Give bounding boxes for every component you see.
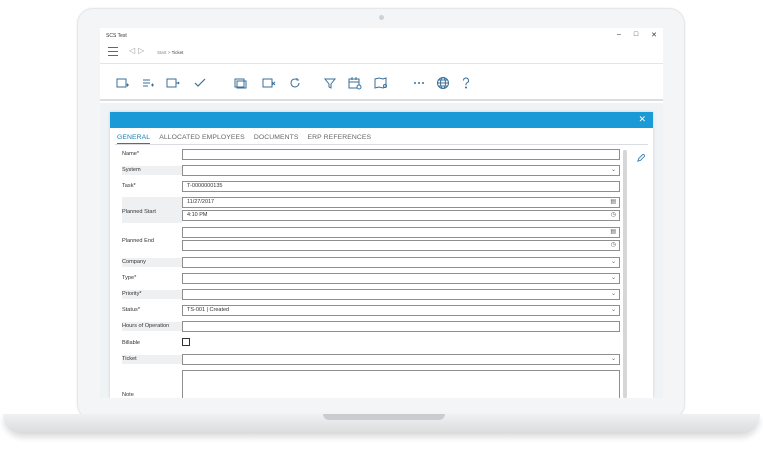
status-label: Status* [122, 307, 141, 313]
billable-checkbox[interactable] [182, 338, 190, 346]
ticket-select[interactable]: ⌄ [182, 354, 620, 365]
chevron-down-icon: ⌄ [610, 259, 616, 265]
copy-window-icon[interactable] [234, 76, 248, 90]
card-forward-icon[interactable] [166, 76, 180, 90]
globe-icon[interactable] [436, 76, 450, 90]
chevron-down-icon: ⌄ [610, 307, 616, 313]
planned-end-date-input[interactable]: ▤ [182, 227, 620, 238]
ticket-label: Ticket [122, 356, 137, 362]
new-card-icon[interactable] [116, 76, 130, 90]
scrollbar-thumb[interactable] [623, 150, 627, 398]
planned-start-time-input[interactable]: 4:10 PM ◷ [182, 210, 620, 221]
checkmark-icon[interactable] [193, 76, 207, 90]
camera [379, 15, 384, 20]
billable-label: Billable [122, 340, 141, 346]
delete-card-icon[interactable] [262, 76, 276, 90]
task-input[interactable]: T-0000000135 [182, 181, 620, 192]
dialog-close-button[interactable]: ✕ [638, 114, 646, 125]
calendar-icon[interactable]: ▤ [610, 198, 616, 207]
breadcrumb: Start > Ticket [157, 50, 183, 55]
planned-start-time-value: 4:10 PM [187, 212, 208, 218]
chevron-down-icon: ⌄ [610, 167, 616, 173]
maximize-button[interactable]: □ [634, 31, 638, 39]
chevron-down-icon: ⌄ [610, 291, 616, 297]
map-pin-icon[interactable] [374, 76, 388, 90]
chevron-down-icon: ⌄ [610, 275, 616, 281]
calendar-icon[interactable]: ▤ [610, 228, 616, 237]
tab-erp-references[interactable]: ERP REFERENCES [308, 134, 372, 144]
tab-general[interactable]: GENERAL [117, 134, 151, 144]
nav-arrows: ◁▷ [129, 46, 147, 55]
priority-select[interactable]: ⌄ [182, 289, 620, 300]
planned-start-date-value: 11/27/2017 [187, 199, 215, 205]
toolbar [100, 65, 663, 101]
more-icon[interactable] [412, 76, 426, 90]
hours-of-operation-label: Hours of Operation [122, 323, 170, 329]
minimize-button[interactable]: – [617, 31, 621, 39]
screen: SCS Test – □ ✕ ◁▷ Start > Ticket ✕ GENER… [100, 28, 663, 398]
breadcrumb-current: Ticket [171, 50, 184, 55]
planned-end-label: Planned End [122, 238, 155, 244]
tab-allocated-employees[interactable]: ALLOCATED EMPLOYEES [159, 134, 245, 144]
company-select[interactable]: ⌄ [182, 257, 620, 268]
tab-documents[interactable]: DOCUMENTS [254, 134, 299, 144]
edit-pencil-icon[interactable] [636, 150, 646, 162]
chevron-down-icon: ⌄ [610, 356, 616, 362]
forward-arrow-icon[interactable]: ▷ [138, 46, 147, 55]
breadcrumb-root[interactable]: Start [157, 50, 167, 55]
window-controls: – □ ✕ [617, 31, 657, 39]
status-select[interactable]: TS-001 | Created ⌄ [182, 305, 620, 316]
note-textarea[interactable] [182, 370, 620, 398]
planned-end-time-input[interactable]: ◷ [182, 240, 620, 251]
clock-icon[interactable]: ◷ [611, 241, 616, 250]
priority-label: Priority* [122, 291, 142, 297]
add-list-icon[interactable] [141, 76, 155, 90]
company-label: Company [122, 259, 146, 265]
planned-start-label: Planned Start [122, 209, 156, 215]
planned-start-date-input[interactable]: 11/27/2017 ▤ [182, 197, 620, 208]
form-scrollbar[interactable] [623, 150, 627, 398]
laptop-base [3, 414, 760, 434]
base-notch [323, 414, 445, 420]
help-icon[interactable] [459, 76, 473, 90]
note-label: Note [122, 392, 134, 398]
refresh-icon[interactable] [288, 76, 302, 90]
ticket-dialog: ✕ GENERAL ALLOCATED EMPLOYEES DOCUMENTS … [110, 112, 653, 398]
system-select[interactable]: ⌄ [182, 165, 620, 176]
tabs-divider [115, 144, 648, 145]
close-window-button[interactable]: ✕ [651, 31, 657, 39]
window-titlebar: SCS Test – □ ✕ [100, 28, 663, 42]
hamburger-menu-icon[interactable] [108, 47, 118, 56]
filter-icon[interactable] [323, 76, 337, 90]
clock-icon[interactable]: ◷ [611, 211, 616, 220]
name-input[interactable] [182, 149, 620, 160]
name-label: Name* [122, 151, 140, 157]
status-value: TS-001 | Created [187, 307, 230, 313]
type-select[interactable]: ⌄ [182, 273, 620, 284]
task-label: Task* [122, 183, 136, 189]
back-arrow-icon[interactable]: ◁ [129, 46, 138, 55]
system-label: System [122, 167, 141, 173]
navigation-bar: ◁▷ Start > Ticket [100, 42, 663, 64]
dialog-tabs: GENERAL ALLOCATED EMPLOYEES DOCUMENTS ER… [117, 134, 371, 144]
app-title: SCS Test [106, 33, 127, 39]
dialog-header: ✕ [110, 112, 653, 128]
calendar-settings-icon[interactable] [348, 76, 362, 90]
hours-of-operation-input[interactable] [182, 321, 620, 332]
type-label: Type* [122, 275, 137, 281]
